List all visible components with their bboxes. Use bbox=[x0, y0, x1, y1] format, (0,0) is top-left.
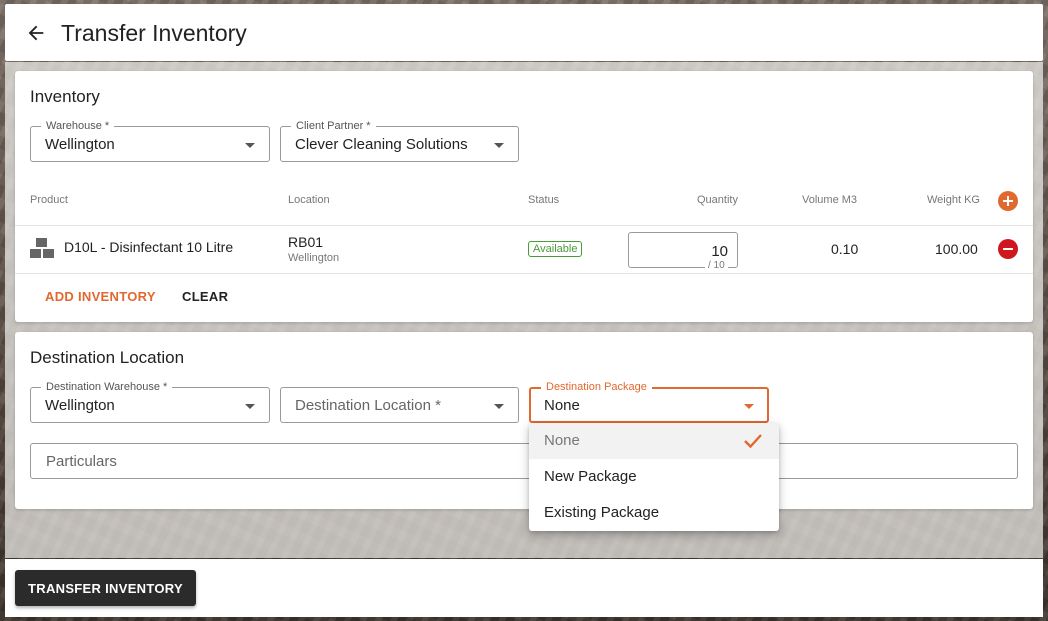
menu-option-new-package[interactable]: New Package bbox=[529, 459, 779, 495]
page-title: Transfer Inventory bbox=[61, 20, 247, 46]
remove-row-button[interactable] bbox=[998, 239, 1018, 259]
destination-package-value: None bbox=[544, 397, 580, 414]
check-icon bbox=[744, 434, 762, 449]
particulars-input[interactable]: Particulars bbox=[30, 443, 1018, 479]
quantity-max: / 10 bbox=[705, 260, 728, 271]
column-header-location: Location bbox=[288, 194, 330, 206]
destination-card: Destination Location Destination Warehou… bbox=[15, 332, 1033, 509]
client-partner-select-label: Client Partner * bbox=[291, 119, 376, 133]
arrow-left-icon[interactable] bbox=[25, 22, 47, 44]
product-name: D10L - Disinfectant 10 Litre bbox=[64, 239, 234, 255]
warehouse-select-value: Wellington bbox=[45, 136, 115, 153]
location-warehouse: Wellington bbox=[288, 252, 340, 264]
destination-package-menu: None New Package Existing Package bbox=[529, 423, 779, 531]
top-bar: Transfer Inventory bbox=[5, 4, 1043, 61]
column-header-volume: Volume M3 bbox=[802, 194, 858, 206]
menu-option-label: None bbox=[544, 432, 580, 449]
chevron-down-icon bbox=[245, 143, 255, 148]
destination-warehouse-label: Destination Warehouse * bbox=[41, 380, 173, 394]
add-inventory-button[interactable]: ADD INVENTORY bbox=[45, 289, 156, 304]
status-badge: Available bbox=[528, 241, 583, 257]
destination-warehouse-value: Wellington bbox=[45, 397, 115, 414]
volume-value: 0.10 bbox=[831, 241, 859, 257]
transfer-inventory-button[interactable]: TRANSFER INVENTORY bbox=[15, 570, 196, 606]
client-partner-select[interactable]: Client Partner * Clever Cleaning Solutio… bbox=[280, 119, 519, 162]
destination-location-placeholder: Destination Location * bbox=[295, 397, 441, 414]
inventory-section-title: Inventory bbox=[30, 87, 100, 106]
table-divider bbox=[15, 225, 1033, 226]
table-divider bbox=[15, 273, 1033, 274]
menu-option-none[interactable]: None bbox=[529, 423, 779, 459]
column-header-quantity: Quantity bbox=[697, 194, 738, 206]
column-header-weight: Weight KG bbox=[927, 194, 980, 206]
destination-location-select[interactable]: Destination Location * bbox=[280, 387, 519, 423]
weight-value: 100.00 bbox=[935, 241, 978, 257]
inventory-card: Inventory Warehouse * Wellington Client … bbox=[15, 71, 1033, 322]
column-header-product: Product bbox=[30, 194, 68, 206]
add-row-button[interactable] bbox=[998, 191, 1018, 211]
location-code: RB01 bbox=[288, 234, 324, 250]
minus-icon bbox=[1003, 248, 1013, 250]
warehouse-select-label: Warehouse * bbox=[41, 119, 115, 133]
destination-package-select[interactable]: Destination Package None bbox=[529, 380, 769, 423]
quantity-value: 10 bbox=[711, 243, 728, 260]
chevron-down-icon bbox=[245, 404, 255, 409]
client-partner-select-value: Clever Cleaning Solutions bbox=[295, 136, 468, 153]
warehouse-select[interactable]: Warehouse * Wellington bbox=[30, 119, 270, 162]
chevron-down-icon bbox=[494, 404, 504, 409]
column-header-status: Status bbox=[528, 194, 560, 206]
menu-option-existing-package[interactable]: Existing Package bbox=[529, 495, 779, 531]
footer-bar: TRANSFER INVENTORY bbox=[5, 559, 1043, 617]
destination-section-title: Destination Location bbox=[30, 348, 185, 367]
particulars-placeholder: Particulars bbox=[46, 453, 117, 470]
clear-button[interactable]: CLEAR bbox=[182, 289, 228, 304]
chevron-down-icon bbox=[744, 404, 754, 409]
destination-warehouse-select[interactable]: Destination Warehouse * Wellington bbox=[30, 380, 270, 423]
chevron-down-icon bbox=[494, 143, 504, 148]
boxes-icon bbox=[30, 238, 54, 258]
destination-package-label: Destination Package bbox=[541, 380, 652, 394]
